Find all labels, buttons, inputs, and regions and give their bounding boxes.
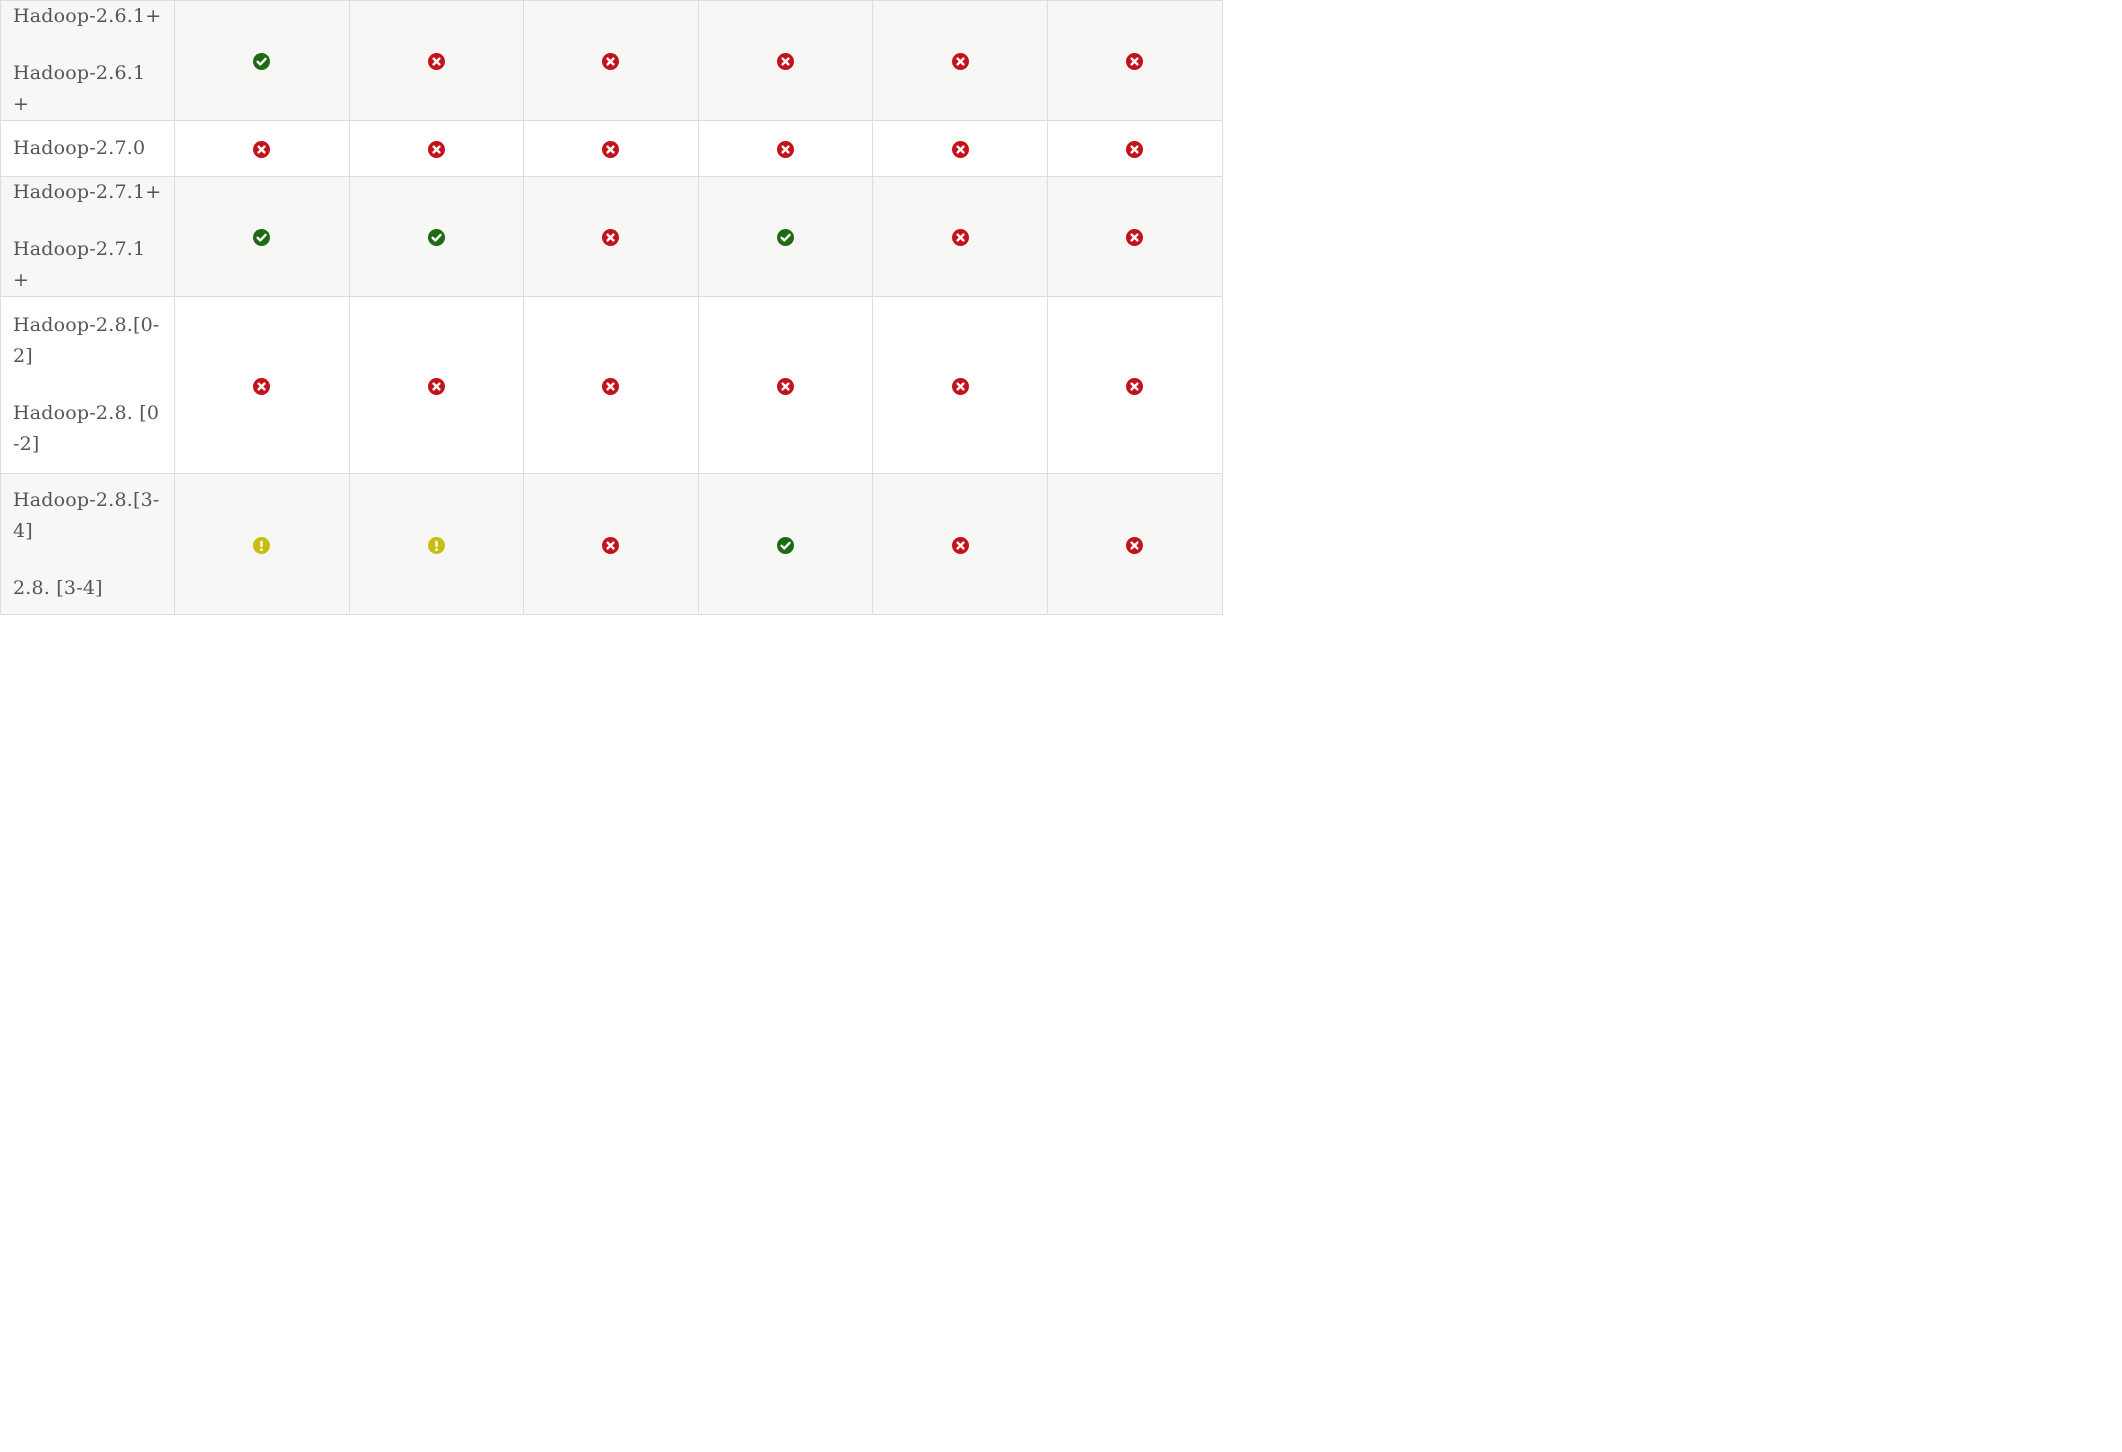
status-cell [872, 0, 1048, 121]
version-label-cell: Hadoop-2.8.[3-4] 2.8. [3-4] [0, 473, 175, 615]
x-circle-icon [1126, 53, 1144, 70]
table-row: Hadoop-2.6.1+ Hadoop-2.6.1 + [0, 0, 1223, 121]
exclamation-circle-icon [253, 536, 271, 554]
table-row: Hadoop-2.7.0 [0, 120, 1223, 177]
version-label: Hadoop-2.8. [0-2] [13, 402, 160, 455]
x-circle-icon [427, 141, 445, 158]
version-label-cell: Hadoop-2.8.[0-2] Hadoop-2.8. [0-2] [0, 296, 175, 474]
x-circle-icon [1126, 536, 1144, 554]
status-cell [523, 176, 699, 297]
x-circle-icon [602, 53, 620, 70]
status-cell [174, 176, 350, 297]
status-cell [174, 120, 350, 177]
status-cell [174, 296, 350, 474]
version-label: Hadoop-2.7.1 + [13, 238, 146, 291]
status-cell [348, 0, 525, 121]
status-cell [1046, 473, 1223, 615]
x-circle-icon [602, 377, 620, 395]
status-cell [174, 473, 350, 615]
status-cell [523, 120, 699, 177]
version-label: Hadoop-2.8.[0-2] [13, 314, 160, 367]
version-label-cell: Hadoop-2.6.1+ Hadoop-2.6.1 + [0, 0, 175, 121]
version-label: Hadoop-2.7.0 [13, 137, 146, 159]
x-circle-icon [951, 141, 969, 158]
x-circle-icon [427, 377, 445, 395]
version-label: Hadoop-2.8.[3-4] [13, 488, 160, 542]
x-circle-icon [1126, 141, 1144, 158]
x-circle-icon [951, 229, 969, 246]
status-cell [523, 296, 699, 474]
status-cell [1046, 0, 1223, 121]
x-circle-icon [253, 141, 271, 158]
x-circle-icon [602, 141, 620, 158]
x-circle-icon [951, 536, 969, 554]
check-circle-icon [777, 229, 795, 246]
x-circle-icon [951, 53, 969, 70]
status-cell [872, 176, 1048, 297]
x-circle-icon [1126, 229, 1144, 246]
status-cell [697, 176, 874, 297]
version-label: Hadoop-2.6.1+ [13, 5, 162, 27]
hadoop-compatibility-table: Hadoop-2.6.1+ Hadoop-2.6.1 + Hadoop-2.7.0 H… [0, 0, 1223, 615]
status-cell [1046, 176, 1223, 297]
x-circle-icon [777, 53, 795, 70]
status-cell [872, 473, 1048, 615]
status-cell [872, 120, 1048, 177]
status-cell [697, 296, 874, 474]
x-circle-icon [427, 53, 445, 70]
check-circle-icon [253, 229, 271, 246]
check-circle-icon [777, 536, 795, 554]
x-circle-icon [951, 377, 969, 395]
status-cell [872, 296, 1048, 474]
x-circle-icon [602, 536, 620, 554]
status-cell [174, 0, 350, 121]
status-cell [348, 296, 525, 474]
check-circle-icon [253, 53, 271, 70]
table-body: Hadoop-2.6.1+ Hadoop-2.6.1 + Hadoop-2.7.0 H… [0, 0, 1223, 615]
x-circle-icon [777, 141, 795, 158]
status-cell [1046, 296, 1223, 474]
x-circle-icon [253, 377, 271, 395]
status-cell [1046, 120, 1223, 177]
x-circle-icon [777, 377, 795, 395]
version-label-cell: Hadoop-2.7.0 [0, 120, 175, 177]
status-cell [348, 473, 525, 615]
version-label: 2.8. [3-4] [13, 576, 103, 599]
status-cell [348, 176, 525, 297]
status-cell [523, 0, 699, 121]
status-cell [348, 120, 525, 177]
status-cell [697, 473, 874, 615]
status-cell [697, 0, 874, 121]
version-label-cell: Hadoop-2.7.1+ Hadoop-2.7.1 + [0, 176, 175, 297]
version-label: Hadoop-2.6.1 + [13, 62, 146, 115]
x-circle-icon [1126, 377, 1144, 395]
exclamation-circle-icon [427, 536, 445, 554]
table-row: Hadoop-2.8.[3-4] 2.8. [3-4] [0, 473, 1223, 615]
x-circle-icon [602, 229, 620, 246]
table-row: Hadoop-2.8.[0-2] Hadoop-2.8. [0-2] [0, 296, 1223, 474]
table-row: Hadoop-2.7.1+ Hadoop-2.7.1 + [0, 176, 1223, 297]
check-circle-icon [427, 229, 445, 246]
status-cell [523, 473, 699, 615]
version-label: Hadoop-2.7.1+ [13, 181, 162, 203]
status-cell [697, 120, 874, 177]
